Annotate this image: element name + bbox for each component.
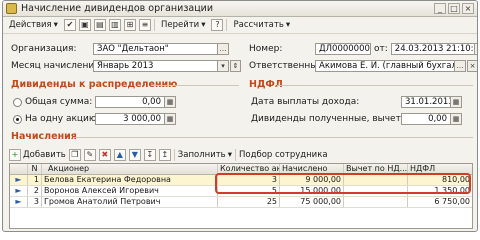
month-spin-button[interactable]: ⇕ [230, 60, 241, 72]
total-sum-label: Общая сумма: [25, 97, 93, 107]
number-field[interactable]: ДЛ000000001 [315, 43, 371, 55]
date-calendar-button[interactable]: ▦ [474, 43, 477, 55]
from-label: от: [374, 44, 388, 54]
row-number: 1 [28, 175, 42, 185]
goto-menu-button[interactable]: Перейти ▾ [158, 19, 209, 32]
goto-label: Перейти [160, 20, 200, 30]
deduction-cell[interactable] [344, 197, 408, 207]
number-label: Номер: [249, 44, 283, 54]
per-share-field[interactable]: 3 000,00 [95, 113, 165, 125]
actions-label: Действия [9, 20, 52, 30]
month-dropdown-button[interactable]: ▾ [218, 60, 229, 72]
list-icon[interactable]: ≡ [138, 19, 151, 31]
month-field[interactable]: Январь 2013 [93, 60, 218, 72]
accrued-cell[interactable]: 75 000,00 [280, 197, 344, 207]
help-icon[interactable]: ? [211, 19, 224, 31]
main-toolbar: Действия ▾ ✔ ▣ ▤ ▥ ⊞ ≡ Перейти ▾ ? Рассчит… [3, 17, 477, 34]
structure-icon[interactable]: ⊞ [123, 19, 136, 31]
title-bar: Начисление дивидендов организации _ □ × [3, 1, 477, 17]
responsible-select-button[interactable]: … [455, 60, 466, 72]
pay-date-field[interactable]: 31.01.2013 [401, 96, 451, 108]
pay-date-calendar-button[interactable]: ▦ [451, 96, 462, 108]
move-down-icon[interactable]: ▼ [128, 149, 141, 161]
col-n[interactable]: N [28, 164, 42, 174]
date-field[interactable]: 24.03.2013 21:10:02 [390, 43, 475, 55]
edit-row-icon[interactable]: ✎ [83, 149, 96, 161]
responsible-clear-button[interactable]: × [467, 60, 477, 72]
shareholder-cell[interactable]: Громов Анатолий Петрович [42, 197, 218, 207]
month-label: Месяц начисления: [11, 61, 103, 71]
received-deduction-field[interactable]: 0,00 [401, 113, 451, 125]
received-deduction-calc-button[interactable]: ▦ [451, 113, 462, 125]
per-share-label: На одну акцию: [25, 114, 100, 124]
unpost-icon[interactable]: ▥ [108, 19, 121, 31]
total-sum-calc-button[interactable]: ▦ [165, 96, 176, 108]
org-select-button[interactable]: … [218, 43, 229, 55]
responsible-field[interactable]: Акимова Е. И. (главный бухгалте [315, 60, 455, 72]
delete-row-icon[interactable]: ✖ [98, 149, 111, 161]
save-icon[interactable]: ▣ [78, 19, 91, 31]
org-field[interactable]: ЗАО "Дельтаон" [93, 43, 218, 55]
pay-date-label: Дата выплаты дохода: [251, 97, 360, 107]
minimize-button[interactable]: _ [434, 3, 446, 14]
per-share-radio[interactable] [13, 114, 22, 124]
copy-row-icon[interactable]: ❐ [68, 149, 81, 161]
calculate-menu-button[interactable]: Рассчитать ▾ [230, 19, 293, 32]
actions-menu-button[interactable]: Действия ▾ [6, 19, 61, 32]
quantity-cell[interactable]: 25 [218, 197, 280, 207]
document-icon [6, 3, 17, 14]
plus-icon: + [9, 149, 21, 161]
col-shareholder[interactable]: Акционер [42, 164, 218, 174]
responsible-label: Ответственный: [249, 61, 327, 71]
add-row-label: Добавить [23, 150, 66, 160]
calculate-label: Рассчитать [233, 20, 284, 30]
row-number: 2 [28, 186, 42, 196]
move-up-icon[interactable]: ▲ [113, 149, 126, 161]
table-row[interactable]: ► 3 Громов Анатолий Петрович 25 75 000,0… [10, 197, 472, 208]
ndfl-cell[interactable]: 6 750,00 [408, 197, 472, 207]
shareholder-cell[interactable]: Белова Екатерина Федоровна [42, 175, 218, 185]
per-share-calc-button[interactable]: ▦ [165, 113, 176, 125]
row-type-icon: ► [10, 175, 28, 185]
maximize-button[interactable]: □ [448, 3, 460, 14]
window-title: Начисление дивидендов организации [21, 3, 214, 14]
document-window: Начисление дивидендов организации _ □ × … [2, 0, 478, 232]
save-close-icon[interactable]: ✔ [63, 19, 76, 31]
add-row-button[interactable]: + Добавить [9, 149, 66, 161]
row-type-icon: ► [10, 197, 28, 207]
post-icon[interactable]: ▤ [93, 19, 106, 31]
total-sum-field[interactable]: 0,00 [95, 96, 165, 108]
received-deduction-label: Дивиденды полученные, вычет по налогу: [251, 114, 454, 124]
sort-asc-icon[interactable]: ↧ [143, 149, 156, 161]
row-number: 3 [28, 197, 42, 207]
total-sum-radio[interactable] [13, 97, 22, 107]
shareholder-cell[interactable]: Воронов Алексей Игоревич [42, 186, 218, 196]
close-button[interactable]: × [462, 3, 474, 14]
accruals-toolbar: + Добавить ❐ ✎ ✖ ▲ ▼ ↧ ↥ Заполнить ▾ Подбо… [9, 149, 328, 161]
fill-menu-button[interactable]: Заполнить ▾ [178, 150, 232, 160]
sort-desc-icon[interactable]: ↥ [158, 149, 171, 161]
org-label: Организация: [11, 44, 77, 54]
select-employee-button[interactable]: Подбор сотрудника [239, 150, 328, 160]
highlight-annotation [215, 173, 471, 194]
row-type-icon: ► [10, 186, 28, 196]
accruals-section-title: Начисления [11, 131, 77, 142]
fill-label: Заполнить [177, 150, 226, 160]
